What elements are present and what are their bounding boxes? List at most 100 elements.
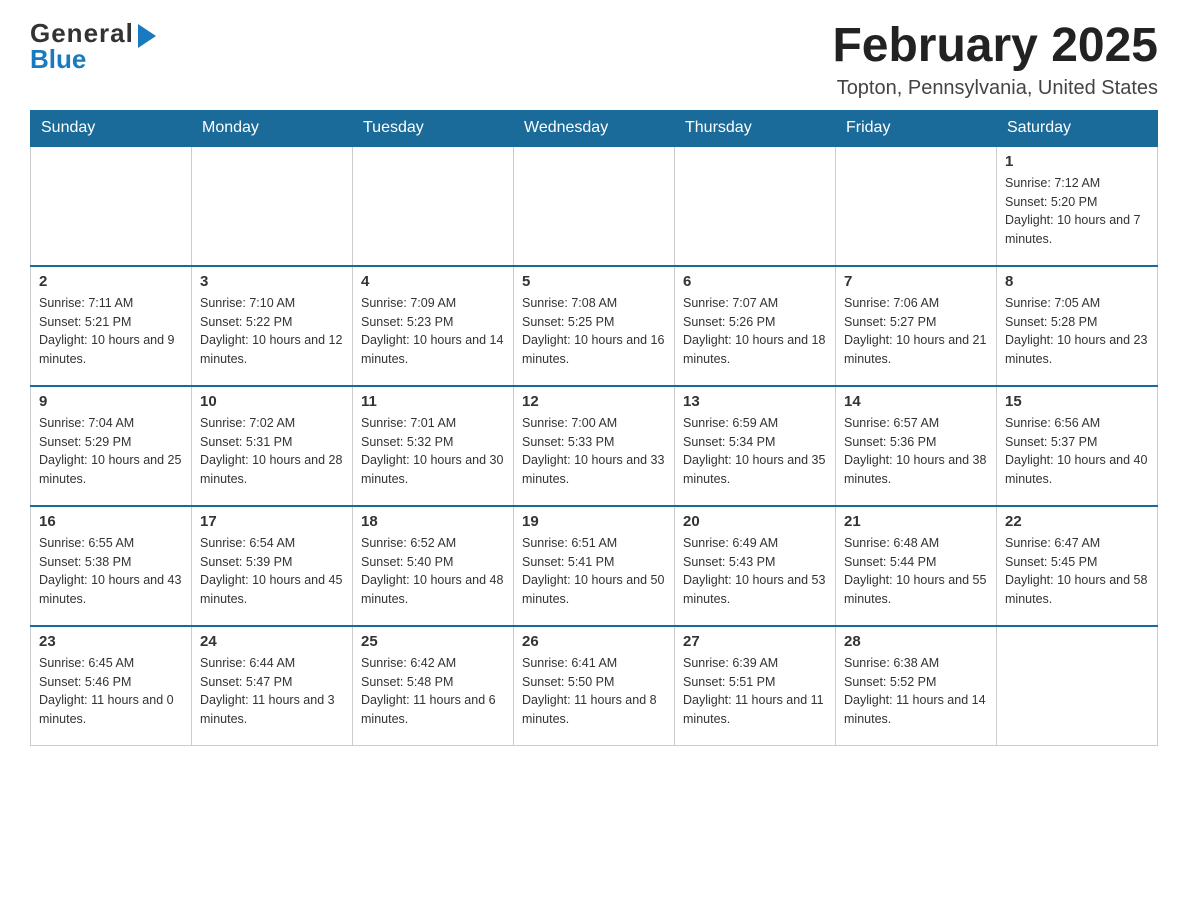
table-row: [997, 626, 1158, 746]
day-number: 3: [200, 273, 344, 290]
day-number: 26: [522, 633, 666, 650]
table-row: 26 Sunrise: 6:41 AMSunset: 5:50 PMDayligh…: [514, 626, 675, 746]
col-tuesday: Tuesday: [353, 110, 514, 146]
table-row: 6 Sunrise: 7:07 AMSunset: 5:26 PMDaylight…: [675, 266, 836, 386]
day-number: 1: [1005, 153, 1149, 170]
table-row: 2 Sunrise: 7:11 AMSunset: 5:21 PMDaylight…: [31, 266, 192, 386]
table-row: 20 Sunrise: 6:49 AMSunset: 5:43 PMDayligh…: [675, 506, 836, 626]
table-row: 1 Sunrise: 7:12 AMSunset: 5:20 PMDaylight…: [997, 146, 1158, 266]
day-number: 16: [39, 513, 183, 530]
day-number: 10: [200, 393, 344, 410]
sun-info: Sunrise: 6:42 AMSunset: 5:48 PMDaylight:…: [361, 654, 505, 729]
calendar-week-row: 2 Sunrise: 7:11 AMSunset: 5:21 PMDaylight…: [31, 266, 1158, 386]
day-number: 8: [1005, 273, 1149, 290]
sun-info: Sunrise: 7:11 AMSunset: 5:21 PMDaylight:…: [39, 294, 183, 369]
col-monday: Monday: [192, 110, 353, 146]
day-number: 28: [844, 633, 988, 650]
col-friday: Friday: [836, 110, 997, 146]
calendar-week-row: 23Sunrise: 6:45 AMSunset: 5:46 PMDayligh…: [31, 626, 1158, 746]
table-row: 12 Sunrise: 7:00 AMSunset: 5:33 PMDayligh…: [514, 386, 675, 506]
sun-info: Sunrise: 7:05 AMSunset: 5:28 PMDaylight:…: [1005, 294, 1149, 369]
day-number: 27: [683, 633, 827, 650]
day-number: 13: [683, 393, 827, 410]
table-row: 3 Sunrise: 7:10 AMSunset: 5:22 PMDaylight…: [192, 266, 353, 386]
table-row: 13Sunrise: 6:59 AMSunset: 5:34 PMDayligh…: [675, 386, 836, 506]
sun-info: Sunrise: 6:49 AMSunset: 5:43 PMDaylight:…: [683, 534, 827, 609]
table-row: 11Sunrise: 7:01 AMSunset: 5:32 PMDayligh…: [353, 386, 514, 506]
day-number: 19: [522, 513, 666, 530]
day-number: 7: [844, 273, 988, 290]
table-row: 7Sunrise: 7:06 AMSunset: 5:27 PMDaylight…: [836, 266, 997, 386]
table-row: 27Sunrise: 6:39 AMSunset: 5:51 PMDayligh…: [675, 626, 836, 746]
day-number: 18: [361, 513, 505, 530]
table-row: 5 Sunrise: 7:08 AMSunset: 5:25 PMDaylight…: [514, 266, 675, 386]
logo-general: General: [30, 20, 134, 46]
day-number: 6: [683, 273, 827, 290]
sun-info: Sunrise: 7:02 AMSunset: 5:31 PMDaylight:…: [200, 414, 344, 489]
day-number: 5: [522, 273, 666, 290]
table-row: 16 Sunrise: 6:55 AMSunset: 5:38 PMDayligh…: [31, 506, 192, 626]
calendar-header-row: Sunday Monday Tuesday Wednesday Thursday…: [31, 110, 1158, 146]
table-row: 9Sunrise: 7:04 AMSunset: 5:29 PMDaylight…: [31, 386, 192, 506]
calendar-week-row: 16 Sunrise: 6:55 AMSunset: 5:38 PMDayligh…: [31, 506, 1158, 626]
sun-info: Sunrise: 6:47 AMSunset: 5:45 PMDaylight:…: [1005, 534, 1149, 609]
sun-info: Sunrise: 6:56 AMSunset: 5:37 PMDaylight:…: [1005, 414, 1149, 489]
sun-info: Sunrise: 6:48 AMSunset: 5:44 PMDaylight:…: [844, 534, 988, 609]
day-number: 9: [39, 393, 183, 410]
sun-info: Sunrise: 6:51 AMSunset: 5:41 PMDaylight:…: [522, 534, 666, 609]
logo-text: General Blue: [30, 20, 134, 72]
day-number: 15: [1005, 393, 1149, 410]
location-subtitle: Topton, Pennsylvania, United States: [832, 77, 1158, 100]
sun-info: Sunrise: 6:45 AMSunset: 5:46 PMDaylight:…: [39, 654, 183, 729]
sun-info: Sunrise: 7:10 AMSunset: 5:22 PMDaylight:…: [200, 294, 344, 369]
day-number: 11: [361, 393, 505, 410]
table-row: 10 Sunrise: 7:02 AMSunset: 5:31 PMDayligh…: [192, 386, 353, 506]
table-row: 15 Sunrise: 6:56 AMSunset: 5:37 PMDayligh…: [997, 386, 1158, 506]
sun-info: Sunrise: 7:07 AMSunset: 5:26 PMDaylight:…: [683, 294, 827, 369]
sun-info: Sunrise: 6:54 AMSunset: 5:39 PMDaylight:…: [200, 534, 344, 609]
table-row: 14Sunrise: 6:57 AMSunset: 5:36 PMDayligh…: [836, 386, 997, 506]
table-row: 28 Sunrise: 6:38 AMSunset: 5:52 PMDayligh…: [836, 626, 997, 746]
table-row: 22 Sunrise: 6:47 AMSunset: 5:45 PMDayligh…: [997, 506, 1158, 626]
sun-info: Sunrise: 6:38 AMSunset: 5:52 PMDaylight:…: [844, 654, 988, 729]
col-saturday: Saturday: [997, 110, 1158, 146]
sun-info: Sunrise: 7:00 AMSunset: 5:33 PMDaylight:…: [522, 414, 666, 489]
sun-info: Sunrise: 7:08 AMSunset: 5:25 PMDaylight:…: [522, 294, 666, 369]
table-row: 25 Sunrise: 6:42 AMSunset: 5:48 PMDayligh…: [353, 626, 514, 746]
logo: General Blue: [30, 20, 156, 72]
day-number: 2: [39, 273, 183, 290]
table-row: 18 Sunrise: 6:52 AMSunset: 5:40 PMDayligh…: [353, 506, 514, 626]
calendar-table: Sunday Monday Tuesday Wednesday Thursday…: [30, 110, 1158, 747]
day-number: 22: [1005, 513, 1149, 530]
logo-arrow-icon: [138, 24, 156, 48]
table-row: 17Sunrise: 6:54 AMSunset: 5:39 PMDayligh…: [192, 506, 353, 626]
day-number: 12: [522, 393, 666, 410]
table-row: 24 Sunrise: 6:44 AMSunset: 5:47 PMDayligh…: [192, 626, 353, 746]
page-header: General Blue February 2025 Topton, Penns…: [30, 20, 1158, 100]
month-year-title: February 2025: [832, 20, 1158, 73]
sun-info: Sunrise: 6:55 AMSunset: 5:38 PMDaylight:…: [39, 534, 183, 609]
table-row: [675, 146, 836, 266]
col-sunday: Sunday: [31, 110, 192, 146]
calendar-week-row: 9Sunrise: 7:04 AMSunset: 5:29 PMDaylight…: [31, 386, 1158, 506]
table-row: [192, 146, 353, 266]
day-number: 24: [200, 633, 344, 650]
table-row: 19 Sunrise: 6:51 AMSunset: 5:41 PMDayligh…: [514, 506, 675, 626]
sun-info: Sunrise: 7:09 AMSunset: 5:23 PMDaylight:…: [361, 294, 505, 369]
logo-blue: Blue: [30, 46, 134, 72]
table-row: 8 Sunrise: 7:05 AMSunset: 5:28 PMDaylight…: [997, 266, 1158, 386]
day-number: 25: [361, 633, 505, 650]
sun-info: Sunrise: 6:41 AMSunset: 5:50 PMDaylight:…: [522, 654, 666, 729]
title-block: February 2025 Topton, Pennsylvania, Unit…: [832, 20, 1158, 100]
table-row: [31, 146, 192, 266]
table-row: 4 Sunrise: 7:09 AMSunset: 5:23 PMDaylight…: [353, 266, 514, 386]
sun-info: Sunrise: 6:44 AMSunset: 5:47 PMDaylight:…: [200, 654, 344, 729]
sun-info: Sunrise: 7:12 AMSunset: 5:20 PMDaylight:…: [1005, 174, 1149, 249]
day-number: 20: [683, 513, 827, 530]
day-number: 4: [361, 273, 505, 290]
day-number: 14: [844, 393, 988, 410]
table-row: [836, 146, 997, 266]
col-wednesday: Wednesday: [514, 110, 675, 146]
sun-info: Sunrise: 6:52 AMSunset: 5:40 PMDaylight:…: [361, 534, 505, 609]
calendar-week-row: 1 Sunrise: 7:12 AMSunset: 5:20 PMDaylight…: [31, 146, 1158, 266]
